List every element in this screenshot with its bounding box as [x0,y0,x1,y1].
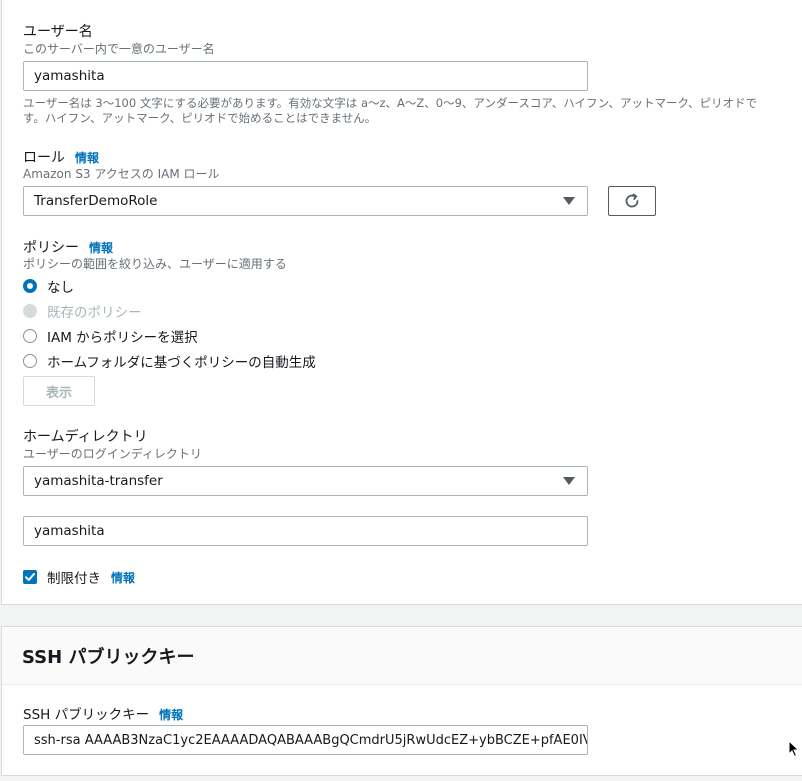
policy-option-label: なし [47,280,74,296]
refresh-roles-button[interactable] [608,186,656,216]
checkmark-icon [25,573,35,581]
caret-down-icon [563,477,575,485]
ssh-field-label-row: SSH パブリックキー 情報 [23,703,183,723]
username-description: このサーバー内で一意のユーザー名 [23,42,215,56]
policy-option-label: 既存のポリシー [47,305,142,321]
policy-info-link[interactable]: 情報 [89,239,113,256]
username-input[interactable]: yamashita [23,61,588,91]
caret-down-icon [563,197,575,205]
ssh-section-title: SSH パブリックキー [2,627,802,685]
radio-disabled-icon [23,304,37,318]
restricted-row: 制限付き 情報 [23,567,135,587]
role-selected-value: TransferDemoRole [34,193,158,209]
restricted-checkbox[interactable] [23,570,37,584]
policy-option-existing: 既存のポリシー [23,302,142,321]
home-path-value: yamashita [34,523,105,539]
policy-label: ポリシー [23,240,79,256]
role-label-row: ロール 情報 [23,147,99,167]
policy-option-label: ホームフォルダに基づくポリシーの自動生成 [47,355,316,371]
radio-unchecked-icon[interactable] [23,354,37,368]
username-hint-line1: ユーザー名は 3〜100 文字にする必要があります。有効な文字は a〜z、A〜Z… [23,96,758,110]
username-label: ユーザー名 [23,24,93,40]
policy-option-auto-generate[interactable]: ホームフォルダに基づくポリシーの自動生成 [23,352,316,371]
role-select[interactable]: TransferDemoRole [23,186,588,216]
refresh-icon [625,193,639,208]
home-path-input[interactable]: yamashita [23,516,588,546]
username-hint: ユーザー名は 3〜100 文字にする必要があります。有効な文字は a〜z、A〜Z… [23,96,793,126]
role-info-link[interactable]: 情報 [75,149,99,166]
policy-option-none[interactable]: なし [23,277,74,296]
home-directory-label: ホームディレクトリ [23,429,148,445]
policy-option-label: IAM からポリシーを選択 [47,330,198,346]
ssh-key-panel: SSH パブリックキー SSH パブリックキー 情報 ssh-rsa AAAAB… [1,626,802,776]
username-value: yamashita [34,68,105,84]
home-bucket-select[interactable]: yamashita-transfer [23,466,588,496]
restricted-info-link[interactable]: 情報 [111,569,135,586]
home-bucket-value: yamashita-transfer [34,473,163,489]
restricted-label: 制限付き [47,571,101,587]
role-label: ロール [23,150,65,166]
role-description: Amazon S3 アクセスの IAM ロール [23,167,220,181]
policy-label-row: ポリシー 情報 [23,237,113,257]
home-directory-description: ユーザーのログインディレクトリ [23,447,202,461]
ssh-key-value: ssh-rsa AAAAB3NzaC1yc2EAAAADAQABAAABgQCm… [34,732,588,748]
policy-option-iam[interactable]: IAM からポリシーを選択 [23,327,198,346]
view-policy-button: 表示 [23,376,95,406]
ssh-key-input[interactable]: ssh-rsa AAAAB3NzaC1yc2EAAAADAQABAAABgQCm… [23,725,588,755]
user-settings-panel: ユーザー名 このサーバー内で一意のユーザー名 yamashita ユーザー名は … [1,0,802,605]
username-hint-line2: す。ハイフン、アットマーク、ピリオドで始めることはできません。 [23,111,377,125]
mouse-cursor-icon [788,740,800,758]
radio-unchecked-icon[interactable] [23,329,37,343]
ssh-info-link[interactable]: 情報 [159,706,183,723]
radio-checked-icon[interactable] [23,279,37,293]
policy-description: ポリシーの範囲を絞り込み、ユーザーに適用する [23,257,287,271]
ssh-field-label: SSH パブリックキー [23,707,150,723]
